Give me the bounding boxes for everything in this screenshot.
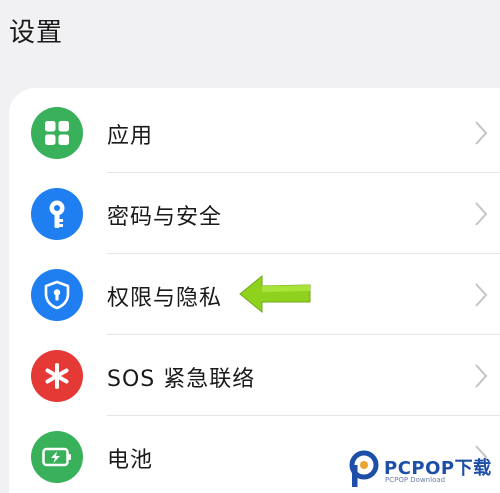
sos-asterisk-icon [31,350,83,402]
annotation-arrow-icon [239,274,311,314]
chevron-right-icon [475,202,488,226]
chevron-right-icon [475,364,488,388]
settings-item-label: 密码与安全 [107,205,223,230]
key-icon [31,188,83,240]
settings-item-label: 电池 [107,448,154,473]
settings-item-password-security[interactable]: 密码与安全 [9,173,500,254]
settings-item-apps[interactable]: 应用 [9,92,500,173]
chevron-right-icon [475,283,488,307]
watermark-logo: PCPOP下载 PCPOP Download [344,448,500,493]
pcpop-logo-icon [349,450,379,487]
settings-item-label: SOS 紧急联络 [107,367,256,392]
privacy-shield-icon [31,269,83,321]
watermark-subtitle: PCPOP Download [385,476,446,484]
chevron-right-icon [475,121,488,145]
battery-icon [31,431,83,483]
page-title: 设置 [9,18,64,48]
settings-item-sos[interactable]: SOS 紧急联络 [9,335,500,416]
apps-grid-icon [31,107,83,159]
settings-screen: 设置 应用 密码与安全 权限与隐私 SOS 紧急联络 电池 PCPOP下载 PC… [0,0,500,493]
settings-item-label: 应用 [107,124,154,149]
settings-item-label: 权限与隐私 [107,286,223,311]
